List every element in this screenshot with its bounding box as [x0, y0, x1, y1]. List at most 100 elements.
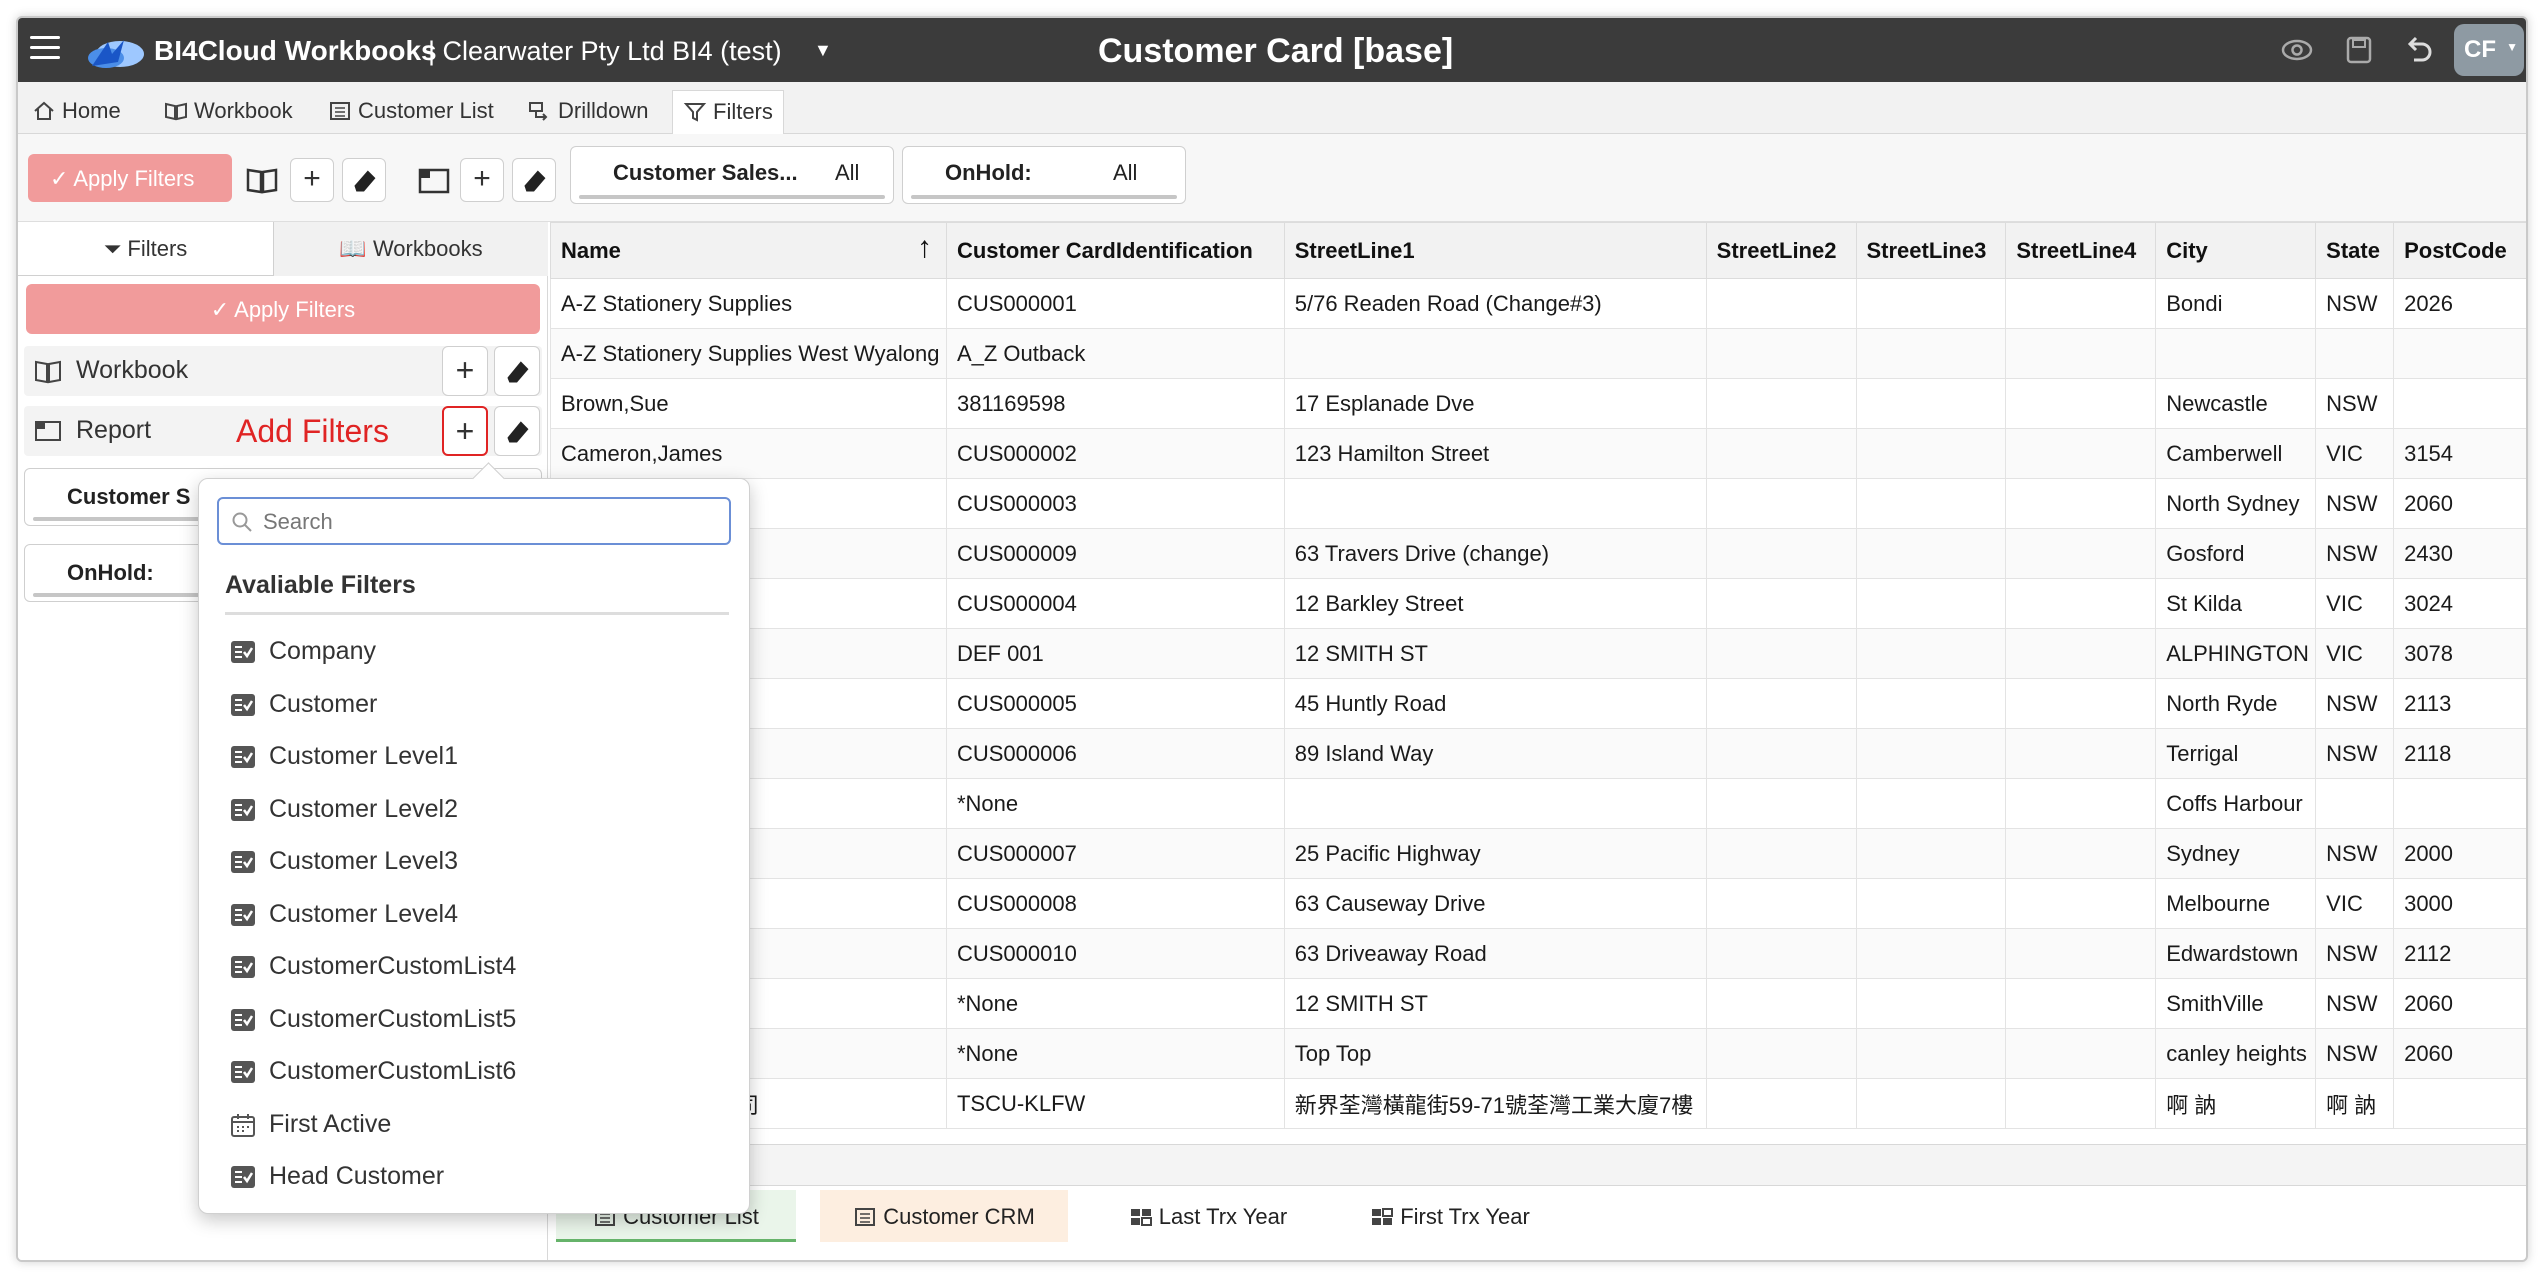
table-row[interactable]: CUS000009 63 Travers Drive (change) Gosfor…	[550, 528, 2526, 579]
bottom-tab-customer-crm[interactable]: Customer CRM	[820, 1190, 1068, 1242]
chip-underline	[579, 195, 885, 199]
add-report-filter-button[interactable]: +	[460, 158, 504, 202]
table-row[interactable]: *None Top Top canley heights NSW 2060	[550, 1028, 2526, 1079]
table-row[interactable]: mer #1*None12 SMITH STSmithVilleNSW2060	[550, 978, 2526, 1029]
table-cell: NSW	[2315, 378, 2395, 429]
report-icon[interactable]	[416, 162, 452, 198]
column-header[interactable]: StreetLine2	[1705, 222, 1857, 279]
apply-filters-button[interactable]: ✓ Apply Filters	[28, 154, 232, 202]
workbook-label: Workbook	[76, 356, 189, 384]
column-header[interactable]: StreetLine4	[2005, 222, 2157, 279]
table-row[interactable]: Cameron,James CUS000002 123 Hamilton Stree…	[550, 428, 2526, 479]
table-cell	[1855, 628, 2007, 679]
eraser-icon[interactable]	[342, 158, 386, 202]
table-cell	[1855, 928, 2007, 979]
eraser-icon[interactable]	[494, 406, 540, 456]
table-cell	[2005, 328, 2157, 379]
bottom-tabs: Customer List Customer CRM Last Trx Year…	[550, 1188, 2526, 1248]
tab-drilldown[interactable]: Drilldown	[518, 90, 658, 134]
table-row[interactable]: CUS000003 North Sydney NSW 2060	[550, 478, 2526, 529]
column-header-label: StreetLine2	[1716, 237, 1837, 263]
table-cell	[1855, 878, 2007, 929]
bottom-tab-last-trx-year[interactable]: Last Trx Year	[1108, 1190, 1308, 1242]
column-header[interactable]: Customer CardIdentification	[945, 222, 1285, 279]
book-icon[interactable]	[244, 162, 280, 198]
table-row[interactable]: A-Z Stationery Supplies West Wyalong A_Z …	[550, 328, 2526, 379]
save-icon[interactable]	[2342, 34, 2376, 66]
column-header-label: Customer CardIdentification	[956, 237, 1253, 263]
table-row[interactable]: Brown,Sue 381169598 17 Esplanade Dve Newcas…	[550, 378, 2526, 429]
tab-filters[interactable]: Filters	[672, 90, 784, 134]
filter-chip-label: Customer Sales...	[613, 160, 798, 185]
add-workbook-filter-button[interactable]: +	[442, 346, 488, 396]
filter-option-label: Company	[269, 637, 376, 665]
company-dropdown-icon[interactable]: ▼	[814, 40, 832, 61]
column-header[interactable]: City	[2155, 222, 2317, 279]
page-title: Customer Card [base]	[1098, 32, 1454, 70]
panel-apply-filters-button[interactable]: ✓ Apply Filters	[26, 284, 540, 334]
tab-customer-list[interactable]: Customer List	[318, 90, 504, 134]
table-row[interactable]: A-Z Stationery Supplies CUS000001 5/76 Rea…	[550, 278, 2526, 329]
add-report-filter-button[interactable]: +	[442, 406, 488, 456]
panel-apply-filters-label: Apply Filters	[234, 297, 356, 322]
company-name[interactable]: | Clearwater Pty Ltd BI4 (test)	[428, 36, 782, 67]
table-cell	[2005, 628, 2157, 679]
table-cell: 2026	[2393, 278, 2526, 329]
table-row[interactable]: nyCUS00001063 Driveaway RoadEdwardstownN…	[550, 928, 2526, 979]
column-header[interactable]: PostCode	[2393, 222, 2526, 279]
available-filters-heading: Avaliable Filters	[225, 571, 416, 599]
table-row[interactable]: CUS000006 89 Island Way Terrigal NSW 2118	[550, 728, 2526, 779]
filter-search-input[interactable]	[263, 507, 713, 537]
table-cell: A-Z Stationery Supplies	[550, 278, 947, 329]
table-cell: Coffs Harbour	[2155, 778, 2317, 829]
table-row[interactable]: e NurseryCUS00000725 Pacific HighwaySydn…	[550, 828, 2526, 879]
user-avatar[interactable]: CF ▼	[2454, 24, 2524, 76]
table-cell	[1283, 778, 1707, 829]
eraser-icon[interactable]	[494, 346, 540, 396]
table-cell: 5/76 Readen Road (Change#3)	[1283, 278, 1707, 329]
bottom-tab-first-trx-year[interactable]: First Trx Year	[1350, 1190, 1550, 1242]
apply-filters-label: Apply Filters	[73, 166, 195, 191]
table-cell	[1855, 678, 2007, 729]
bottom-tab-label: Last Trx Year	[1158, 1204, 1288, 1229]
table-row[interactable]: Coffs Harbour*NoneCoffs Harbour	[550, 778, 2526, 829]
column-header[interactable]: StreetLine1	[1283, 222, 1707, 279]
table-cell	[2005, 428, 2157, 479]
table-cell: 2060	[2393, 1028, 2526, 1079]
table-row[interactable]: StudioCUS00000545 Huntly RoadNorth RydeN…	[550, 678, 2526, 729]
sort-ascending-icon[interactable]: ↑	[917, 231, 932, 265]
tab-workbook[interactable]: Workbook	[154, 90, 303, 134]
table-row[interactable]: DEF 001 12 SMITH ST ALPHINGTON VIC 3078	[550, 628, 2526, 679]
tab-home[interactable]: Home	[22, 90, 131, 134]
customer-sales-filter-chip[interactable]: Customer Sales... All	[570, 146, 894, 204]
column-header[interactable]: State	[2315, 222, 2395, 279]
table-row[interactable]: CUS000008 63 Causeway Drive Melbourne VIC 30…	[550, 878, 2526, 929]
add-workbook-filter-button[interactable]: +	[290, 158, 334, 202]
table-cell	[2005, 378, 2157, 429]
undo-icon[interactable]	[2402, 34, 2436, 66]
menu-icon[interactable]	[30, 36, 60, 64]
table-cell: 2060	[2393, 978, 2526, 1029]
filter-chip-label: OnHold:	[67, 560, 154, 585]
onhold-filter-chip[interactable]: OnHold: All	[902, 146, 1186, 204]
filter-chip-value: All	[1113, 160, 1138, 185]
column-header[interactable]: StreetLine3	[1855, 222, 2007, 279]
list-check-icon	[231, 746, 255, 768]
table-cell: 3154	[2393, 428, 2526, 479]
table-cell: NSW	[2315, 978, 2395, 1029]
eraser-icon[interactable]	[512, 158, 556, 202]
table-cell	[1855, 828, 2007, 879]
panel-tab-workbooks[interactable]: 📖 Workbooks	[274, 222, 548, 276]
table-cell: 381169598	[945, 378, 1285, 429]
eye-icon[interactable]	[2280, 34, 2314, 66]
table-row[interactable]: CUS000004 12 Barkley Street St Kilda VIC 302…	[550, 578, 2526, 629]
pivot-grid-icon	[1372, 1208, 1394, 1225]
panel-tab-filters[interactable]: ⏷ Filters	[18, 222, 274, 276]
table-row[interactable]: 統（嘉興）有限公司TSCU-KLFW新界荃灣橫龍街59-71號荃灣工業大廈7樓啊…	[550, 1078, 2526, 1129]
column-header[interactable]: Name ↑	[550, 222, 947, 279]
table-cell: 12 SMITH ST	[1283, 628, 1707, 679]
table-cell: NSW	[2315, 528, 2395, 579]
tab-home-label: Home	[62, 98, 121, 123]
filter-chip-value: All	[835, 160, 860, 185]
filter-search-box[interactable]	[217, 497, 731, 545]
